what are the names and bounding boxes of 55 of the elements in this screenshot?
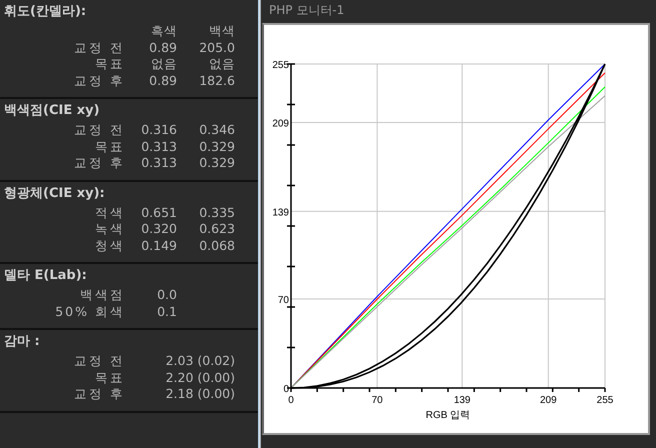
value-text: 0.329	[198, 155, 235, 172]
value-text: 2.03 (0.02)	[164, 353, 235, 370]
window-title: PHP 모니터-1	[268, 2, 346, 19]
y-tick-label: 70	[278, 295, 289, 306]
row-label: 교정 후	[73, 386, 125, 402]
section-title: 형광체(CIE xy):	[3, 184, 106, 202]
value-text: 0.316	[140, 122, 177, 138]
row-label: 목표	[94, 138, 125, 155]
value-text: 0.320	[140, 221, 177, 238]
y-tick-label: 139	[272, 207, 289, 218]
value-text: 0.313	[140, 155, 177, 172]
value-text: 2.18 (0.00)	[164, 386, 235, 402]
row-label: 목표	[94, 56, 125, 72]
value-text: 0.346	[198, 122, 235, 138]
row-label: 교정 전	[73, 122, 125, 138]
row-label: 적색	[94, 204, 125, 221]
x-tick-label: 209	[540, 395, 557, 406]
row-label: 교정 전	[73, 40, 125, 56]
x-axis-title: RGB 입력	[426, 410, 470, 421]
value-text: 2.20 (0.00)	[164, 370, 235, 386]
section-title: 백색점(CIE xy)	[3, 102, 101, 120]
value-text: 182.6	[198, 72, 235, 89]
value-text: 없음	[208, 56, 235, 72]
value-text: 0.623	[198, 221, 235, 238]
value-text: 0.313	[140, 138, 177, 155]
section-title: 감마 :	[3, 333, 41, 351]
x-tick-label: 139	[454, 395, 470, 406]
value-text: 0.329	[198, 138, 235, 155]
value-text: 없음	[150, 56, 177, 72]
row-label: 백색점	[79, 287, 125, 304]
x-tick-label: 0	[288, 395, 294, 406]
section-title: 휘도(칸델라):	[3, 3, 88, 21]
value-text: 0.651	[140, 204, 177, 221]
column-header: 백색	[208, 23, 235, 40]
section-title: 델타 E(Lab):	[3, 267, 88, 285]
value-text: 0.89	[148, 72, 177, 89]
y-tick-label: 209	[272, 118, 289, 130]
value-text: 0.1	[156, 304, 177, 320]
row-label: 녹색	[94, 221, 125, 238]
x-tick-label: 70	[372, 395, 383, 406]
x-tick-label: 255	[596, 395, 614, 406]
row-label: 50% 회색	[54, 304, 125, 320]
value-text: 0.149	[140, 238, 177, 254]
value-text: 205.0	[198, 40, 235, 56]
value-text: 0.335	[198, 204, 235, 221]
row-label: 교정 후	[73, 155, 125, 172]
value-text: 0.068	[198, 238, 235, 254]
row-label: 교정 후	[73, 72, 125, 89]
row-label: 교정 전	[73, 353, 125, 370]
row-label: 목표	[94, 370, 125, 386]
y-tick-label: 255	[272, 60, 289, 71]
value-text: 0.89	[148, 40, 177, 56]
value-text: 0.0	[156, 287, 177, 304]
column-header: 흑색	[150, 23, 177, 40]
row-label: 청색	[94, 238, 125, 254]
